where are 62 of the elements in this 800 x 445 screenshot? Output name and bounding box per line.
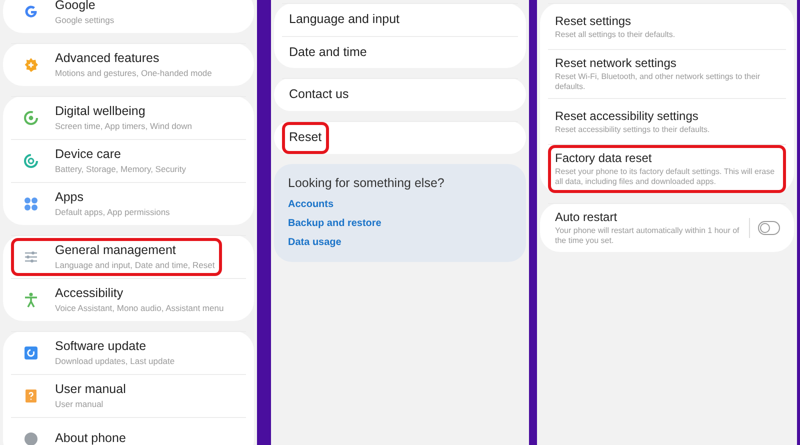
item-title: Reset settings (555, 14, 632, 28)
item-subtitle: Your phone will restart automatically within 1 hour of the time you set. (555, 226, 740, 246)
google-g-icon (23, 4, 39, 20)
item-subtitle: Screen time, App timers, Wind down (55, 121, 192, 132)
item-subtitle: User manual (55, 399, 104, 410)
toggle-switch[interactable] (758, 221, 780, 235)
settings-item[interactable]: Reset network settings Reset Wi-Fi, Bluetooth, and other network settings to their defaults. (548, 50, 786, 98)
item-title: Apps (55, 190, 84, 206)
item-title: Contact us (289, 87, 349, 103)
settings-item[interactable]: Software update Download updates, Last update (11, 334, 182, 372)
item-title: Reset accessibility settings (555, 108, 700, 124)
settings-item[interactable]: Advanced features Motions and gestures, One-handed mode (11, 46, 219, 84)
item-subtitle: Voice Assistant, Mono audio, Assistant menu (55, 303, 224, 314)
item-subtitle: Reset accessibility settings to their defaults. (555, 124, 710, 134)
item-title: Accessibility (55, 286, 124, 302)
settings-item[interactable]: Auto restart Your phone will restart automatically within 1 hour of the time you set. (548, 204, 750, 252)
item-title: Device care (55, 147, 122, 163)
settings-item[interactable]: Date and time (282, 36, 374, 68)
settings-item[interactable]: Device care Battery, Storage, Memory, Security (11, 142, 194, 180)
settings-item[interactable]: Apps Default apps, App permissions (11, 185, 177, 223)
item-title: Digital wellbeing (55, 104, 146, 120)
item-subtitle: Default apps, App permissions (55, 207, 170, 218)
settings-item[interactable]: Contact us (282, 79, 356, 111)
item-subtitle: Reset Wi-Fi, Bluetooth, and other network settings to their defaults. (555, 72, 761, 92)
item-title: About phone (55, 431, 126, 445)
suggestion-link[interactable]: Backup and restore (288, 218, 382, 228)
item-title: Date and time (289, 44, 367, 60)
update-icon (23, 345, 39, 361)
item-title: Factory data reset (555, 151, 653, 166)
ring-icon (23, 153, 39, 169)
item-title: Google (55, 0, 96, 14)
settings-item[interactable]: Reset settings Reset all settings to their defaults. (548, 8, 682, 46)
person-icon (23, 292, 39, 308)
question-book-icon (23, 388, 39, 404)
item-subtitle: Download updates, Last update (55, 356, 175, 367)
suggestion-link[interactable]: Data usage (288, 236, 342, 248)
item-title: General management (55, 243, 177, 259)
item-title: Advanced features (55, 51, 160, 67)
settings-item[interactable]: Accessibility Voice Assistant, Mono audio, Assistant menu (11, 281, 231, 319)
item-title: Auto restart (555, 210, 618, 225)
settings-item[interactable]: Reset accessibility settings Reset accessibility settings to their defaults. (548, 102, 717, 140)
item-subtitle: Language and input, Date and time, Reset (55, 260, 215, 271)
item-title: Reset network settings (555, 56, 678, 71)
settings-item[interactable]: Google Google settings (11, 0, 122, 31)
settings-item[interactable]: About phone (11, 426, 133, 445)
settings-item[interactable]: Language and input (282, 4, 407, 36)
item-subtitle: Reset all settings to their defaults. (555, 30, 676, 40)
suggestion-link[interactable]: Accounts (288, 198, 334, 210)
sliders-icon (23, 249, 39, 265)
item-title: Software update (55, 339, 148, 355)
item-subtitle: Google settings (55, 15, 114, 26)
four-dots-icon (23, 196, 39, 212)
settings-item[interactable]: Digital wellbeing Screen time, App timers, Wind down (11, 99, 200, 137)
item-title: Reset (289, 130, 322, 146)
item-subtitle: Motions and gestures, One-handed mode (55, 68, 212, 79)
gear-icon (23, 57, 39, 73)
settings-item[interactable]: User manual User manual (11, 377, 133, 415)
item-subtitle: Battery, Storage, Memory, Security (55, 164, 186, 175)
item-subtitle: Reset your phone to its factory default settings. This will erase all data, including files and downloaded apps. (555, 167, 776, 187)
item-title: User manual (55, 382, 126, 398)
suggestions-heading: Looking for something else? (288, 176, 446, 190)
item-title: Language and input (289, 12, 400, 28)
